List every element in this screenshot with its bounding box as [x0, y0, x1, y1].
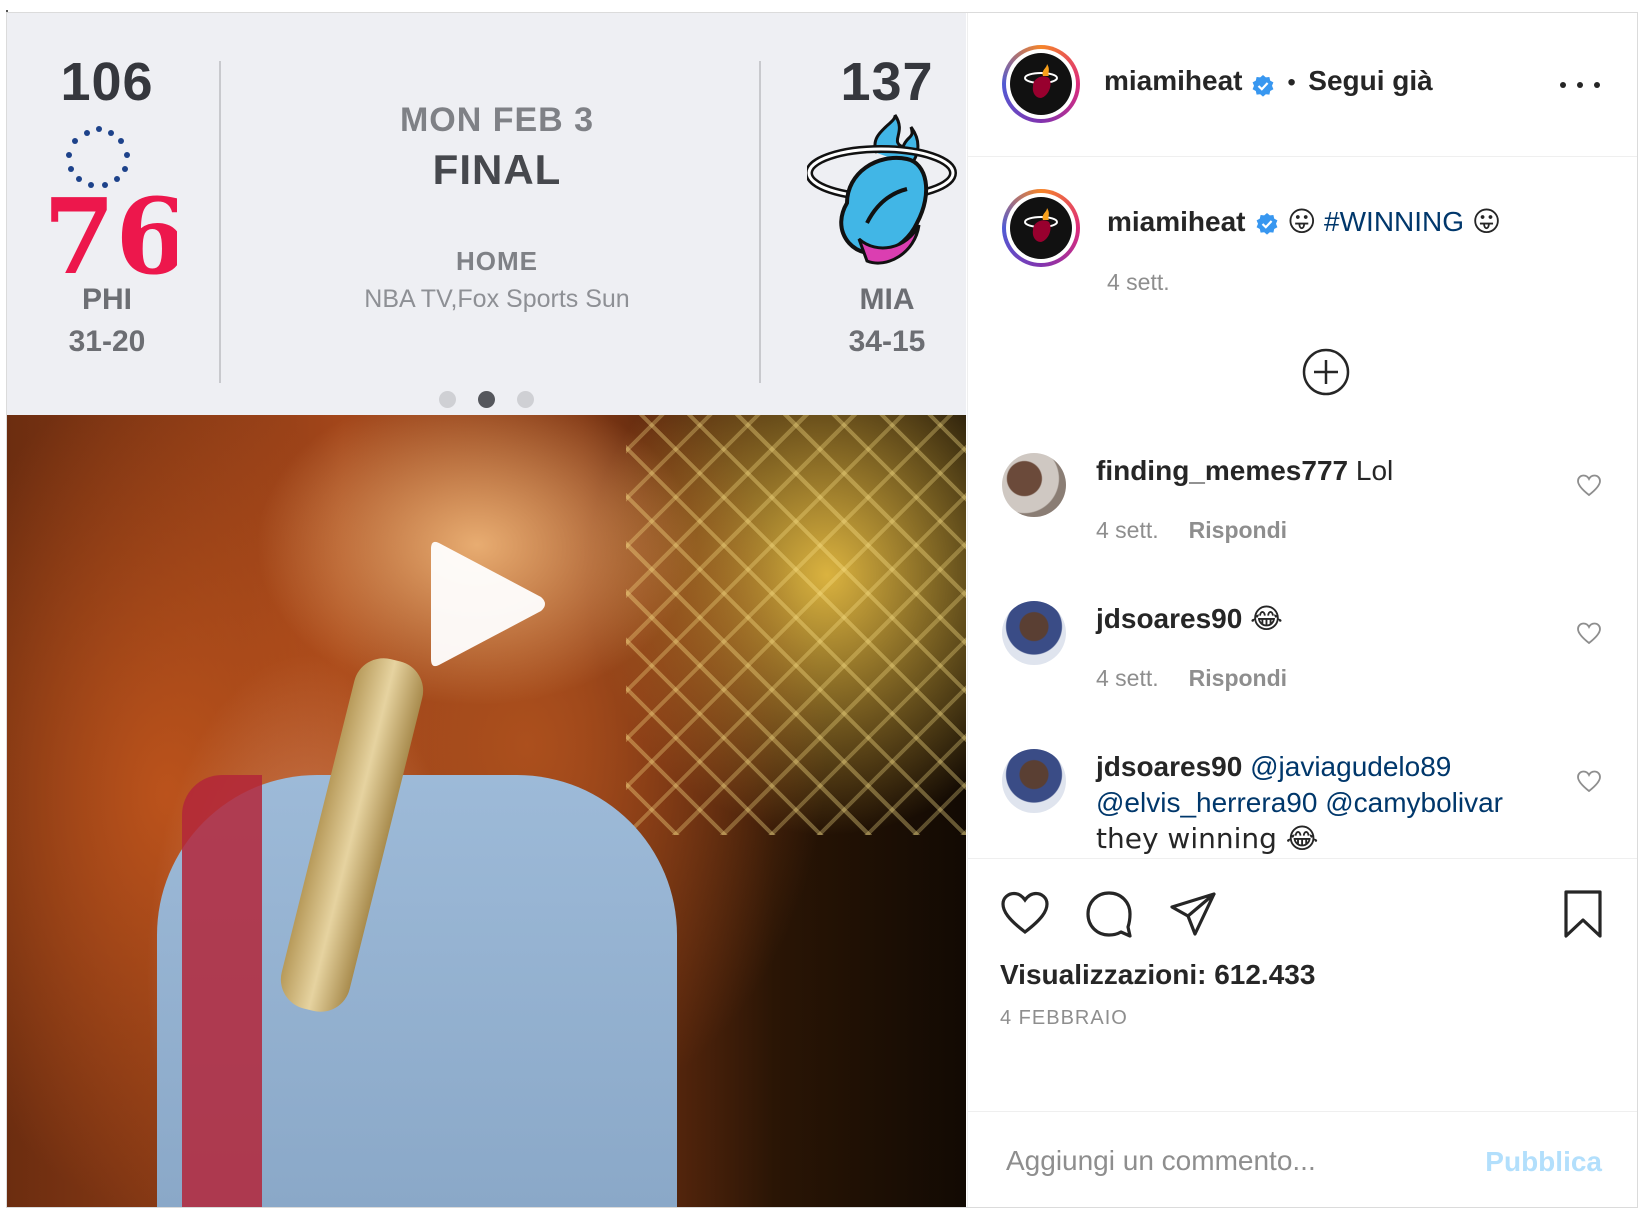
comment-username[interactable]: jdsoares90 [1096, 603, 1242, 634]
comment-username[interactable]: jdsoares90 [1096, 751, 1242, 782]
carousel-dot[interactable] [517, 391, 534, 408]
comment-timestamp[interactable]: 4 sett. [1096, 665, 1159, 691]
home-team: 137 MIA 34-15 [805, 51, 966, 359]
reply-button[interactable]: Rispondi [1189, 517, 1287, 543]
scoreboard-slide: 106 76 PHI 31-20 MON FEB 3 FINAL HOME NB… [7, 13, 966, 415]
post-date[interactable]: 4 FEBBRAIO [1000, 1007, 1128, 1030]
away-team: 106 76 PHI 31-20 [37, 51, 188, 359]
comment-like-heart-icon[interactable] [1576, 769, 1602, 795]
heat-avatar-icon [1024, 208, 1058, 242]
comment-mention[interactable]: @elvis_herrera90 [1096, 787, 1317, 818]
commenter-avatar[interactable] [1002, 749, 1066, 813]
post-media[interactable]: 106 76 PHI 31-20 MON FEB 3 FINAL HOME NB… [7, 13, 966, 1207]
video-player[interactable] [7, 415, 966, 1207]
caption-username[interactable]: miamiheat [1107, 206, 1246, 237]
share-icon[interactable] [1168, 889, 1218, 939]
comment-mention[interactable]: @javiagudelo89 [1250, 751, 1451, 782]
score-divider-right [759, 61, 761, 383]
commenter-avatar[interactable] [1002, 453, 1066, 517]
comment-username[interactable]: finding_memes777 [1096, 455, 1348, 486]
comment-body: jdsoares90 @javiagudelo89 @elvis_herrera… [1096, 749, 1566, 857]
stage-truss [626, 415, 966, 835]
home-score: 137 [840, 52, 934, 112]
comment-text: Lol [1355, 455, 1394, 486]
author-avatar[interactable] [1002, 45, 1080, 123]
comment-body: finding_memes777 Lol [1096, 453, 1566, 489]
verified-badge-icon [1252, 74, 1274, 97]
load-more-comments-icon [1302, 348, 1350, 396]
more-options-icon[interactable] [1560, 75, 1600, 95]
reply-button[interactable]: Rispondi [1189, 665, 1287, 691]
comment-input[interactable] [1004, 1136, 1478, 1186]
comment-mention[interactable]: @camybolivar [1325, 787, 1503, 818]
video-jersey-trim [182, 775, 262, 1207]
comments-section: miamiheat 😛 #WINNING 😛 4 sett. finding_m… [968, 157, 1637, 857]
sixers-logo: 76 [37, 113, 188, 298]
game-venue: HOME [456, 246, 538, 276]
score-divider-left [219, 61, 221, 383]
post-header: miamiheat • Segui già [968, 13, 1637, 157]
comment-text: 😂 [1250, 602, 1283, 635]
follow-status-button[interactable]: Segui già [1308, 65, 1432, 96]
carousel-dot[interactable] [439, 391, 456, 408]
game-broadcast: NBA TV,Fox Sports Sun [364, 285, 630, 313]
comment-like-heart-icon[interactable] [1576, 621, 1602, 647]
bookmark-icon[interactable] [1558, 889, 1608, 939]
add-comment-bar: Pubblica [968, 1111, 1637, 1207]
away-score: 106 [60, 52, 154, 112]
comment-timestamp[interactable]: 4 sett. [1096, 517, 1159, 543]
caption-hashtag-link[interactable]: #WINNING [1324, 206, 1464, 237]
view-count[interactable]: Visualizzazioni: 612.433 [1000, 959, 1315, 991]
away-record: 31-20 [68, 325, 146, 358]
comment-text: they winning 😂 [1096, 822, 1319, 855]
comment-item: jdsoares90 😂 4 sett. Rispondi [1002, 601, 1602, 711]
caption-timestamp[interactable]: 4 sett. [1107, 269, 1170, 296]
comment-item: finding_memes777 Lol 4 sett. Rispondi [1002, 453, 1602, 563]
post-details-panel: miamiheat • Segui già miamiheat 😛 #WINNI… [967, 13, 1637, 1207]
commenter-avatar[interactable] [1002, 601, 1066, 665]
sixers-logo-text: 76 [43, 175, 177, 283]
heat-avatar-icon [1024, 64, 1058, 98]
heat-logo [805, 113, 966, 283]
post-caption: miamiheat 😛 #WINNING 😛 [1107, 205, 1501, 238]
game-info: MON FEB 3 FINAL HOME NBA TV,Fox Sports S… [231, 101, 763, 314]
heart-icon[interactable] [1000, 889, 1050, 939]
caption-emoji-right: 😛 [1471, 205, 1502, 238]
away-abbr: PHI [81, 283, 132, 316]
verified-badge-icon [1256, 212, 1278, 235]
author-username[interactable]: miamiheat [1104, 65, 1243, 96]
publish-button[interactable]: Pubblica [1485, 1146, 1602, 1178]
comment-like-heart-icon[interactable] [1576, 473, 1602, 499]
caption-emoji-left: 😛 [1287, 205, 1317, 238]
game-date: MON FEB 3 [399, 101, 595, 139]
carousel-indicator [7, 391, 966, 413]
caption-avatar[interactable] [1002, 189, 1080, 267]
home-abbr: MIA [859, 283, 915, 316]
comment-body: jdsoares90 😂 [1096, 601, 1566, 637]
load-more-comments-button[interactable] [1301, 347, 1351, 397]
post-modal: 106 76 PHI 31-20 MON FEB 3 FINAL HOME NB… [6, 12, 1638, 1208]
carousel-dot-active[interactable] [478, 391, 495, 408]
comment-icon[interactable] [1084, 889, 1134, 939]
comment-item: jdsoares90 @javiagudelo89 @elvis_herrera… [1002, 749, 1602, 869]
header-separator: • [1287, 69, 1296, 96]
play-icon [431, 541, 545, 667]
play-button[interactable] [409, 529, 559, 679]
home-record: 34-15 [848, 325, 926, 358]
game-status: FINAL [432, 146, 562, 193]
post-actions: Visualizzazioni: 612.433 4 FEBBRAIO [968, 858, 1637, 1109]
